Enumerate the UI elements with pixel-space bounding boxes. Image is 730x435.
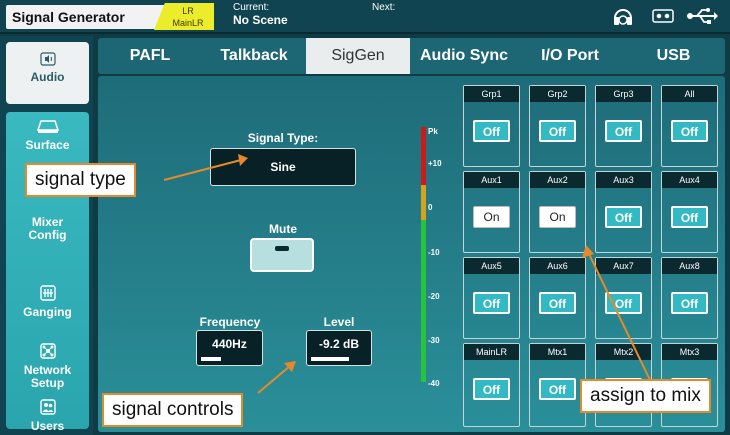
assign-to-mix-callout: assign to mix (580, 379, 711, 413)
assign-arrowhead (582, 245, 594, 258)
signal-type-arrow (163, 159, 242, 181)
signal-controls-arrow (257, 365, 291, 394)
assign-arrow (587, 251, 651, 381)
callout-arrows (163, 154, 651, 394)
signal-type-callout: signal type (25, 163, 136, 197)
signal-type-arrowhead (238, 154, 248, 166)
signal-controls-callout: signal controls (102, 393, 244, 427)
